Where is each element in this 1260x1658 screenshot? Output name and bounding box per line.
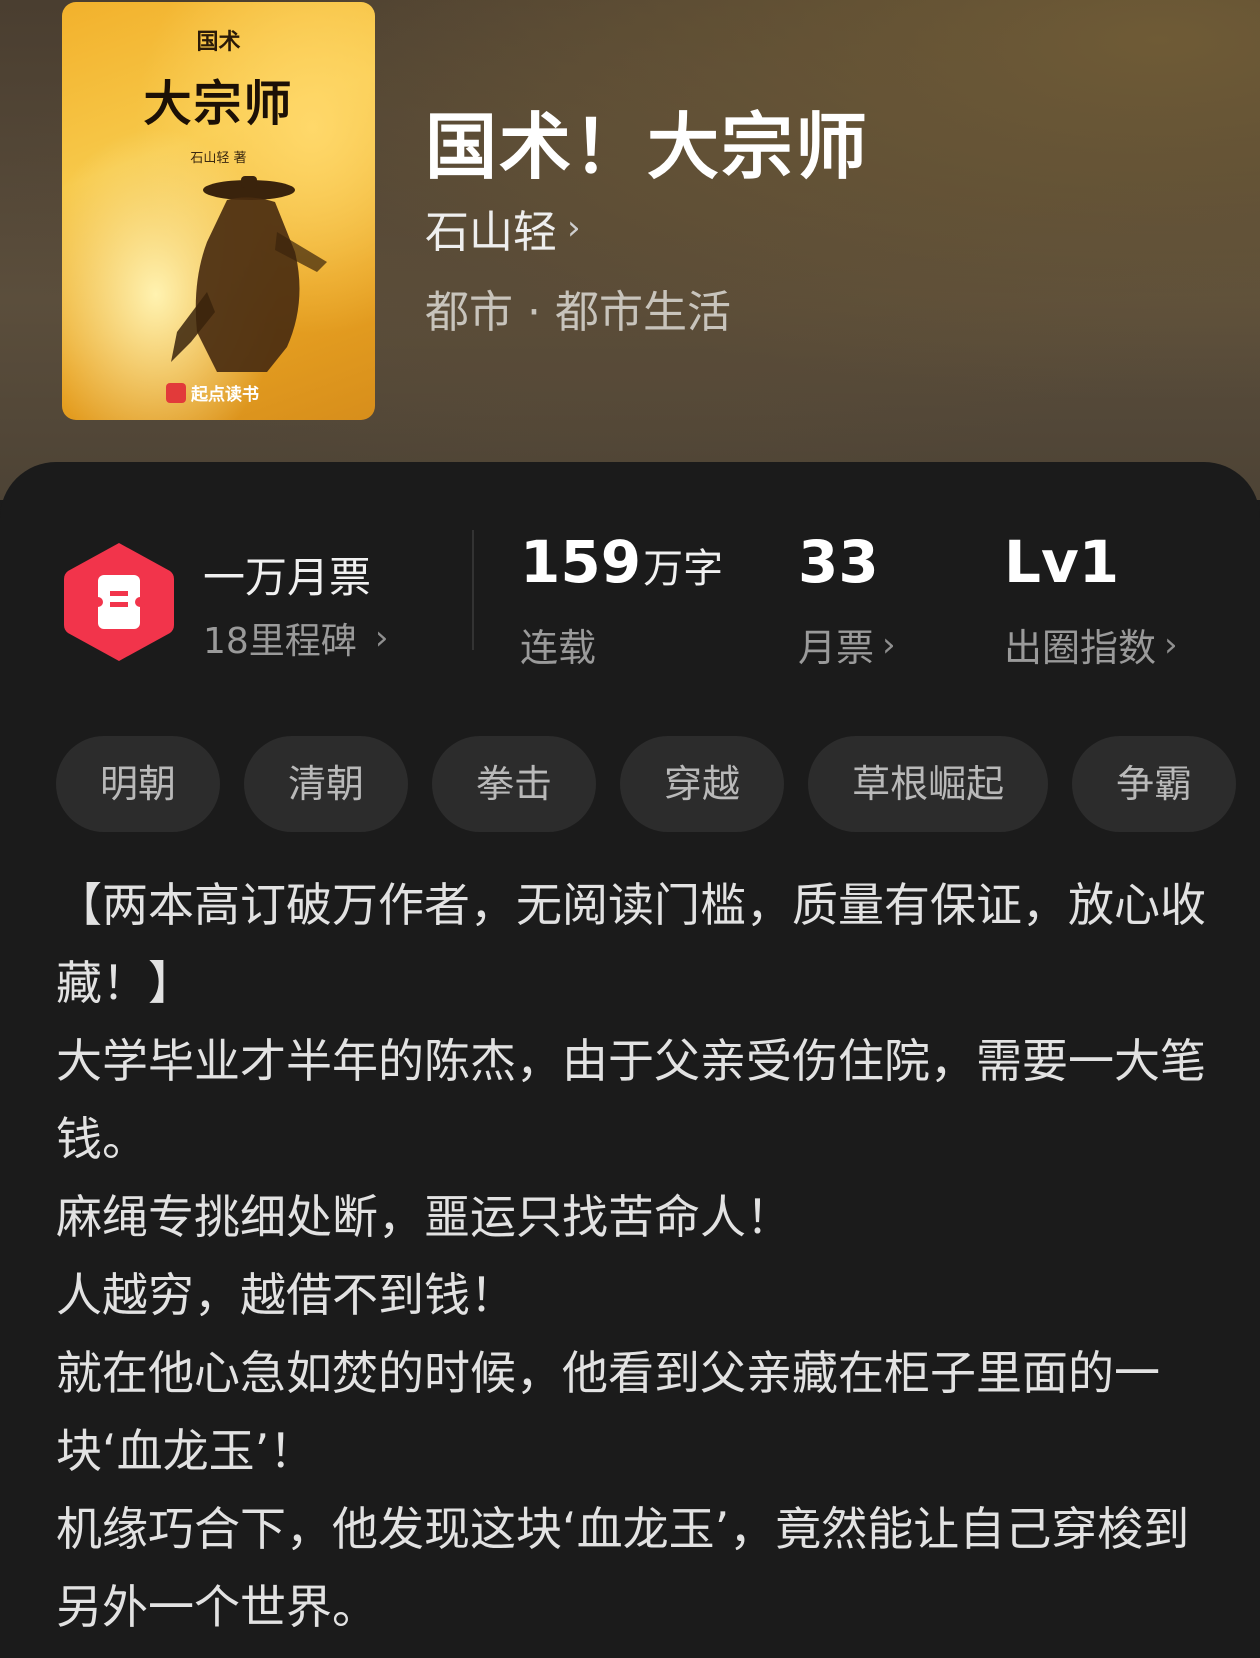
- influence-index-link[interactable]: 出圈指数 ›: [1004, 617, 1178, 672]
- monthly-tickets-count: 33: [798, 528, 879, 596]
- monthly-tickets-link[interactable]: 月票 ›: [798, 617, 896, 672]
- book-cover[interactable]: 国术 大宗师 石山轻 著 起点读书: [62, 2, 375, 420]
- author-link[interactable]: 石山轻 ›: [425, 196, 581, 260]
- author-name: 石山轻: [425, 207, 557, 258]
- tag-chip[interactable]: 清朝: [244, 736, 409, 832]
- word-count: 159万字: [520, 528, 723, 596]
- chevron-right-icon: ›: [374, 618, 389, 658]
- tag-chip[interactable]: 穿越: [620, 736, 785, 832]
- stats-divider: [472, 530, 474, 650]
- influence-index-label: 出圈指数: [1004, 626, 1157, 670]
- book-description[interactable]: 【两本高订破万作者，无阅读门槛，质量有保证，放心收藏！】 大学毕业才半年的陈杰，…: [56, 866, 1206, 1646]
- ticket-hexagon-icon[interactable]: [60, 539, 178, 665]
- cover-title-text: 大宗师: [143, 76, 294, 132]
- word-count-value: 159: [520, 528, 642, 596]
- tag-chip[interactable]: 争霸: [1072, 736, 1237, 832]
- chevron-right-icon: ›: [1164, 624, 1178, 665]
- tag-chip[interactable]: 明朝: [56, 736, 221, 832]
- milestone-link[interactable]: 18里程碑 ›: [203, 612, 388, 664]
- book-title: 国术！大宗师: [425, 104, 870, 189]
- word-count-unit: 万字: [643, 546, 724, 592]
- monthly-tickets-label: 月票: [798, 626, 875, 670]
- tag-chip[interactable]: 草根崛起: [808, 736, 1049, 832]
- description-line: 人越穷，越借不到钱！: [56, 1268, 516, 1322]
- cover-brand: 起点读书: [166, 380, 259, 405]
- chevron-right-icon: ›: [882, 624, 896, 665]
- milestone-title[interactable]: 一万月票: [203, 544, 371, 605]
- chevron-right-icon: ›: [567, 208, 581, 248]
- milestone-subtitle: 18里程碑: [203, 621, 357, 662]
- serial-status: 连载: [520, 617, 596, 672]
- cover-warrior-figure: [171, 176, 327, 372]
- tag-list: 明朝 清朝 拳击 穿越 草根崛起 争霸: [56, 736, 1260, 832]
- book-category: 都市 · 都市生活: [425, 287, 731, 338]
- description-line: 就在他心急如焚的时候，他看到父亲藏在柜子里面的一块‘血龙玉’！: [56, 1346, 1160, 1478]
- description-line: 机缘巧合下，他发现这块‘血龙玉’，竟然能让自己穿梭到另外一个世界。: [56, 1502, 1190, 1634]
- brand-logo-icon: [166, 382, 186, 403]
- description-line: 【两本高订破万作者，无阅读门槛，质量有保证，放心收藏！】: [56, 878, 1206, 1010]
- cover-top-text: 国术: [196, 30, 241, 55]
- description-line: 麻绳专挑细处断，噩运只找苦命人！: [56, 1190, 792, 1244]
- serial-status-label: 连载: [520, 626, 597, 670]
- description-line: 大学毕业才半年的陈杰，由于父亲受伤住院，需要一大笔钱。: [56, 1034, 1206, 1166]
- cover-author-text: 石山轻 著: [190, 151, 247, 166]
- tag-chip[interactable]: 拳击: [432, 736, 597, 832]
- cover-brand-text: 起点读书: [191, 385, 259, 405]
- influence-level: Lv1: [1004, 528, 1120, 596]
